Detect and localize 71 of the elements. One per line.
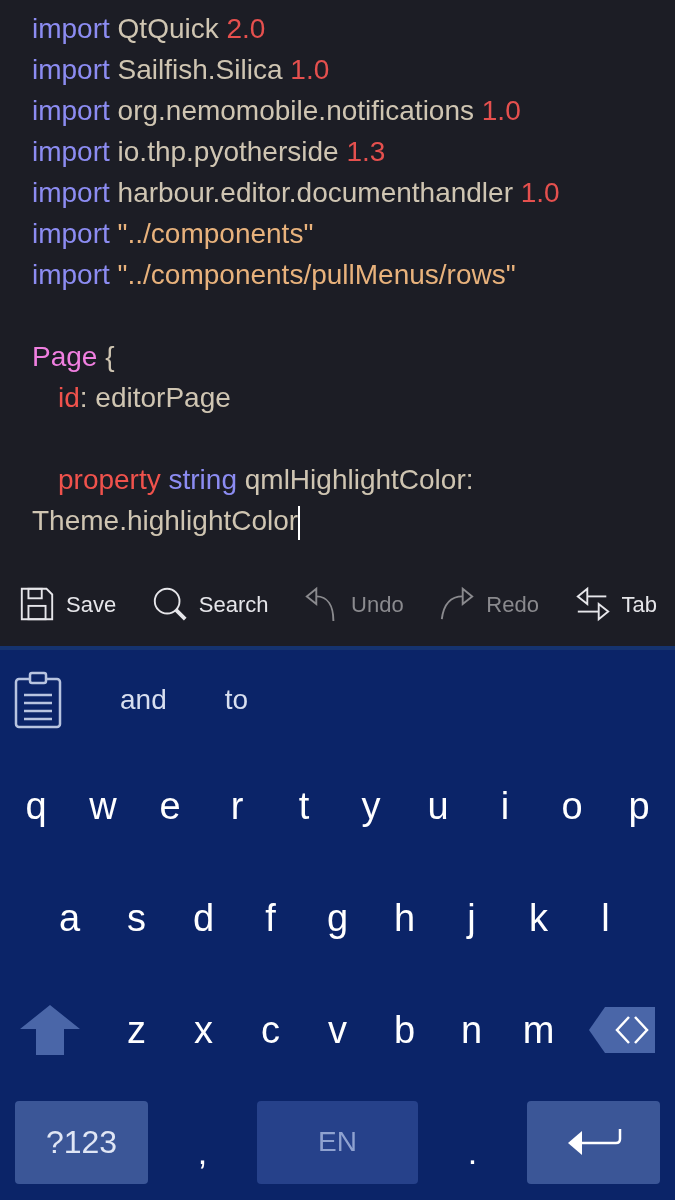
code-token: QtQuick — [117, 13, 219, 44]
text-cursor — [298, 505, 301, 540]
language-key[interactable]: EN — [257, 1100, 418, 1184]
word-suggestion[interactable]: and — [120, 679, 167, 721]
letter-key[interactable]: k — [505, 868, 572, 968]
code-token: import — [32, 13, 110, 44]
letter-key[interactable]: x — [170, 980, 237, 1080]
code-token: 1.0 — [481, 95, 521, 126]
code-token: import — [32, 136, 110, 167]
shift-arrow-icon — [18, 1003, 82, 1057]
code-token: import — [32, 218, 110, 249]
code-token: editorPage — [95, 382, 231, 413]
toolbar-button[interactable]: Save — [18, 585, 117, 623]
enter-key[interactable] — [527, 1100, 660, 1184]
punctuation-key[interactable]: , — [172, 1100, 233, 1184]
shift-key[interactable] — [18, 1003, 82, 1057]
word-suggestion[interactable]: to — [224, 679, 249, 721]
code-token: 1.3 — [346, 136, 386, 167]
letter-key[interactable]: l — [572, 868, 639, 968]
toolbar-button[interactable]: Tab — [573, 585, 657, 623]
code-token: qmlHighlightColor: — [244, 464, 474, 495]
code-token: : — [79, 382, 88, 413]
letter-key[interactable]: i — [471, 756, 539, 856]
clipboard-icon[interactable] — [14, 671, 62, 729]
code-token: { — [105, 341, 115, 372]
backspace-key[interactable] — [587, 1005, 657, 1055]
letter-key[interactable]: v — [304, 980, 371, 1080]
code-token: import — [32, 54, 110, 85]
code-token: Page — [32, 341, 98, 372]
letter-key[interactable]: t — [270, 756, 338, 856]
letter-key[interactable]: d — [170, 868, 237, 968]
code-token: import — [32, 259, 110, 290]
code-token: 1.0 — [520, 177, 560, 208]
letter-key[interactable]: e — [136, 756, 204, 856]
letter-key[interactable]: y — [337, 756, 405, 856]
backspace-icon — [587, 1005, 657, 1055]
punctuation-key[interactable]: . — [442, 1100, 503, 1184]
tab-arrows-icon — [573, 585, 612, 623]
code-token: string — [168, 464, 237, 495]
letter-key[interactable]: s — [103, 868, 170, 968]
letter-key[interactable]: m — [505, 980, 572, 1080]
letter-key[interactable]: g — [304, 868, 371, 968]
letter-key[interactable]: z — [103, 980, 170, 1080]
letter-key[interactable]: w — [69, 756, 137, 856]
letter-key[interactable]: n — [438, 980, 505, 1080]
code-token: property — [58, 464, 161, 495]
letter-key[interactable]: a — [36, 868, 103, 968]
code-token: id — [58, 382, 80, 413]
letter-key[interactable]: u — [404, 756, 472, 856]
code-token: 1.0 — [290, 54, 330, 85]
letter-key[interactable]: b — [371, 980, 438, 1080]
letter-key[interactable]: q — [2, 756, 70, 856]
letter-key[interactable]: h — [371, 868, 438, 968]
letter-key[interactable]: j — [438, 868, 505, 968]
letter-key[interactable]: f — [237, 868, 304, 968]
letter-key[interactable]: c — [237, 980, 304, 1080]
code-token: "../components/pullMenus/rows" — [117, 259, 516, 290]
code-token: org.nemomobile.notifications — [117, 95, 474, 126]
code-token: "../components" — [117, 218, 314, 249]
code-token: Sailfish.Silica — [117, 54, 283, 85]
code-token: import — [32, 177, 110, 208]
toolbar-button[interactable]: Search — [150, 585, 269, 623]
code-token: Theme.highlightColor — [32, 505, 299, 536]
letter-key[interactable]: r — [203, 756, 271, 856]
letter-key[interactable]: p — [605, 756, 673, 856]
letter-key[interactable]: o — [538, 756, 606, 856]
code-token: harbour.editor.documenthandler — [117, 177, 513, 208]
code-token: import — [32, 95, 110, 126]
code-token: io.thp.pyotherside — [117, 136, 339, 167]
code-token: 2.0 — [226, 13, 266, 44]
symbols-key[interactable]: ?123 — [15, 1100, 148, 1184]
